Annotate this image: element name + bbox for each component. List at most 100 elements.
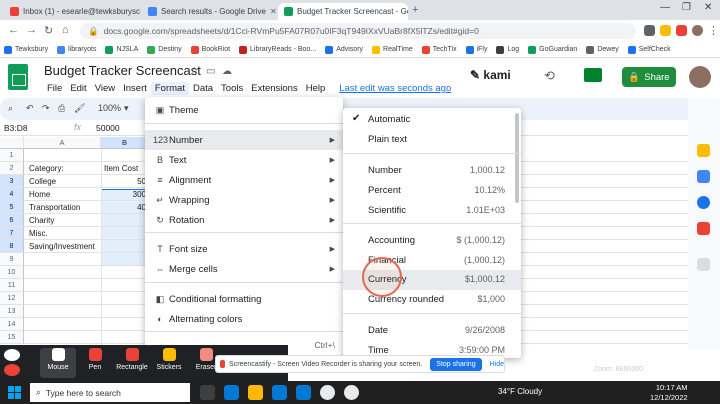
bookmark-item[interactable]: LibraryReads - Boo... xyxy=(239,45,316,54)
windows-start-icon[interactable] xyxy=(8,386,21,399)
row-header[interactable]: 12 xyxy=(0,292,24,305)
cell-b4[interactable]: 300 xyxy=(102,188,148,201)
profile-avatar[interactable] xyxy=(692,25,703,36)
cell-a2[interactable]: Category: xyxy=(27,162,101,175)
format-menu-alignment[interactable]: ≡ Alignment ▶ xyxy=(145,170,343,190)
close-tab-icon[interactable]: ✕ xyxy=(270,7,276,16)
cell-a3[interactable]: College xyxy=(27,175,101,188)
extension-icon[interactable] xyxy=(644,25,655,36)
extension-icon[interactable] xyxy=(660,25,671,36)
bookmark-item[interactable]: Tewksbury xyxy=(4,45,48,54)
maps-icon[interactable] xyxy=(697,222,710,235)
add-ons-icon[interactable] xyxy=(697,258,710,271)
number-format-accounting[interactable]: Accounting $ (1,000.12) xyxy=(343,231,521,251)
format-menu-font-size[interactable]: T Font size ▶ xyxy=(145,239,343,259)
document-title[interactable]: Budget Tracker Screencast xyxy=(44,63,201,78)
hide-button[interactable]: Hide xyxy=(490,361,504,368)
cell-b2[interactable]: Item Cost xyxy=(102,162,148,175)
print-icon[interactable]: ⎙ xyxy=(58,103,65,114)
cell-b5[interactable]: 40 xyxy=(102,201,148,214)
number-format-number[interactable]: Number 1,000.12 xyxy=(343,161,521,181)
chevron-down-icon[interactable]: ▾ xyxy=(124,103,129,114)
cell-b3[interactable]: 50 xyxy=(102,175,148,188)
version-history-icon[interactable]: ⟲ xyxy=(544,68,555,84)
number-format-percent[interactable]: Percent 10.12% xyxy=(343,181,521,201)
column-header-b[interactable]: B xyxy=(101,137,149,149)
format-menu-merge-cells[interactable]: ⇔ Merge cells ▶ xyxy=(145,259,343,279)
last-edit-link[interactable]: Last edit was seconds ago xyxy=(335,82,455,95)
menu-help[interactable]: Help xyxy=(302,82,330,95)
format-menu-text[interactable]: B Text ▶ xyxy=(145,150,343,170)
weather-widget[interactable]: 34°F Cloudy xyxy=(498,387,542,396)
keep-icon[interactable] xyxy=(697,144,710,157)
row-header[interactable]: 15 xyxy=(0,331,24,344)
menu-format[interactable]: Format xyxy=(150,82,189,95)
chrome-icon[interactable] xyxy=(344,385,359,400)
store-icon[interactable] xyxy=(272,385,287,400)
url-input[interactable]: 🔒 docs.google.com/spreadsheets/d/1Cci-RV… xyxy=(80,23,636,39)
reload-icon[interactable]: ↻ xyxy=(44,24,53,37)
taskbar-search-input[interactable]: ⌕ Type here to search xyxy=(30,383,190,402)
cell-a8[interactable]: Saving/Investment xyxy=(27,240,101,253)
row-header[interactable]: 3 xyxy=(0,175,24,188)
menu-insert[interactable]: Insert xyxy=(119,82,151,95)
menu-edit[interactable]: Edit xyxy=(66,82,90,95)
back-icon[interactable]: ← xyxy=(8,24,19,36)
name-box[interactable]: B3:D8 xyxy=(4,123,28,133)
bookmark-item[interactable]: NJSLA xyxy=(105,45,138,54)
row-header[interactable]: 2 xyxy=(0,162,24,175)
cell-a7[interactable]: Misc. xyxy=(27,227,101,240)
move-folder-icon[interactable]: ▭ xyxy=(206,66,215,77)
task-view-icon[interactable] xyxy=(200,385,215,400)
meet-icon[interactable] xyxy=(584,68,602,82)
bookmark-item[interactable]: RealTime xyxy=(372,45,413,54)
tab-drive[interactable]: Search results - Google Drive ✕ xyxy=(142,3,276,20)
bookmark-item[interactable]: TechTix xyxy=(421,45,457,54)
tab-inbox[interactable]: Inbox (1) - esearle@tewksburysc ✕ xyxy=(4,3,140,20)
format-menu-theme[interactable]: ▣ Theme xyxy=(145,100,343,120)
format-menu-alternating-colors[interactable]: ◐ Alternating colors xyxy=(145,309,343,329)
bookmark-item[interactable]: SelfCheck xyxy=(627,45,671,54)
tool-rectangle[interactable]: Rectangle xyxy=(114,348,150,378)
menu-tools[interactable]: Tools xyxy=(217,82,247,95)
minimize-icon[interactable]: — xyxy=(660,2,670,13)
number-format-automatic[interactable]: ✔ Automatic xyxy=(343,110,521,130)
maximize-icon[interactable]: ❐ xyxy=(682,2,691,13)
bookmark-item[interactable]: Log xyxy=(496,45,519,54)
zoom-select[interactable]: 100% xyxy=(98,103,121,113)
row-header[interactable]: 7 xyxy=(0,227,24,240)
cell-b8[interactable] xyxy=(102,240,148,253)
sheets-logo-icon[interactable] xyxy=(8,64,28,90)
cell-a5[interactable]: Transportation xyxy=(27,201,101,214)
format-menu-conditional-formatting[interactable]: ◧ Conditional formatting xyxy=(145,289,343,309)
row-header[interactable]: 14 xyxy=(0,318,24,331)
tool-pen[interactable]: Pen xyxy=(77,348,113,378)
number-format-scientific[interactable]: Scientific 1.01E+03 xyxy=(343,201,521,221)
bookmark-item[interactable]: iFly xyxy=(465,45,487,54)
row-header[interactable]: 5 xyxy=(0,201,24,214)
avatar[interactable] xyxy=(689,66,711,88)
tasks-icon[interactable] xyxy=(697,170,710,183)
cell-a6[interactable]: Charity xyxy=(27,214,101,227)
chrome-icon[interactable] xyxy=(320,385,335,400)
row-header[interactable]: 1 xyxy=(0,149,24,162)
kami-button[interactable]: ✎ kami xyxy=(470,68,511,82)
bookmark-item[interactable]: Destiny xyxy=(147,45,182,54)
search-menus-icon[interactable]: ⌕ xyxy=(8,103,13,114)
format-menu-rotation[interactable]: ↻ Rotation ▶ xyxy=(145,210,343,230)
row-header[interactable]: 10 xyxy=(0,266,24,279)
menu-view[interactable]: View xyxy=(91,82,119,95)
cell-b6[interactable] xyxy=(102,214,148,227)
row-header[interactable]: 6 xyxy=(0,214,24,227)
formula-input[interactable]: 50000 xyxy=(96,123,120,133)
star-icon[interactable]: ☆ xyxy=(190,66,199,77)
row-header[interactable]: 8 xyxy=(0,240,24,253)
column-header-a[interactable]: A xyxy=(24,137,101,149)
format-menu-wrapping[interactable]: ↵ Wrapping ▶ xyxy=(145,190,343,210)
clock[interactable]: 10:17 AM 12/12/2022 xyxy=(650,383,688,403)
share-button[interactable]: 🔒 Share xyxy=(622,67,676,87)
number-format-date[interactable]: Date 9/26/2008 xyxy=(343,321,521,341)
extension-icon[interactable] xyxy=(676,25,687,36)
row-header[interactable]: 4 xyxy=(0,188,24,201)
cell-a4[interactable]: Home xyxy=(27,188,101,201)
